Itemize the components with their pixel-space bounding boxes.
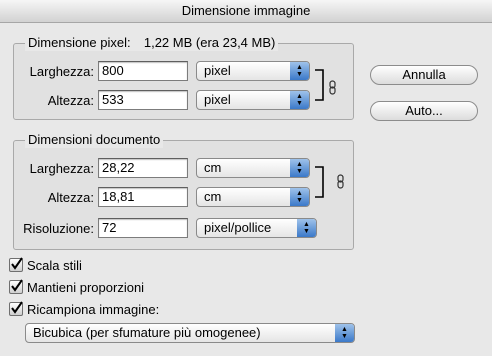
constrain-proportions-checkbox[interactable]: Mantieni proporzioni xyxy=(9,279,145,296)
pixel-width-unit-select[interactable]: pixel ▲ ▼ xyxy=(196,61,310,81)
up-down-arrows-icon: ▲ ▼ xyxy=(290,62,309,80)
resample-method-select[interactable]: Bicubica (per sfumature più omogenee) ▲ ▼ xyxy=(25,323,355,343)
pixel-width-unit-value: pixel xyxy=(204,63,231,78)
document-width-unit-value: cm xyxy=(204,160,222,175)
document-width-unit-select[interactable]: cm ▲ ▼ xyxy=(196,158,310,178)
document-height-label: Altezza: xyxy=(47,190,94,205)
document-width-label: Larghezza: xyxy=(29,161,94,176)
cancel-button[interactable]: Annulla xyxy=(370,65,478,85)
chain-link-icon xyxy=(337,174,344,189)
resample-method-value: Bicubica (per sfumature più omogenee) xyxy=(33,325,261,340)
checkmark-icon xyxy=(11,301,23,314)
pixel-dimensions-legend-label: Dimensione pixel: xyxy=(28,35,131,50)
document-height-unit-value: cm xyxy=(204,189,222,204)
pixel-dimensions-legend: Dimensione pixel: 1,22 MB (era 23,4 MB) xyxy=(25,35,279,51)
pixel-size-readout: 1,22 MB (era 23,4 MB) xyxy=(143,35,276,50)
pixel-height-field[interactable]: 533 xyxy=(98,90,188,110)
pixel-height-unit-value: pixel xyxy=(204,92,231,107)
document-width-field[interactable]: 28,22 xyxy=(98,158,188,178)
resolution-unit-select[interactable]: pixel/pollice ▲ ▼ xyxy=(196,218,317,238)
document-height-unit-select[interactable]: cm ▲ ▼ xyxy=(196,187,310,207)
document-height-field[interactable]: 18,81 xyxy=(98,187,188,207)
window-title: Dimensione immagine xyxy=(0,0,492,23)
resolution-label: Risoluzione: xyxy=(23,221,94,236)
scale-styles-checkbox[interactable]: Scala stili xyxy=(9,257,82,274)
image-size-dialog: Dimensione immagine Dimensione pixel: 1,… xyxy=(0,0,492,356)
up-down-arrows-icon: ▲ ▼ xyxy=(335,324,354,342)
resample-image-label: Ricampiona immagine: xyxy=(27,302,160,317)
chain-link-icon xyxy=(329,80,336,95)
auto-button[interactable]: Auto... xyxy=(370,101,478,121)
document-size-legend: Dimensioni documento xyxy=(25,132,164,148)
pixel-height-label: Altezza: xyxy=(47,93,94,108)
scale-styles-label: Scala stili xyxy=(27,258,82,273)
resolution-field[interactable]: 72 xyxy=(98,218,188,238)
pixel-width-label: Larghezza: xyxy=(29,64,94,79)
up-down-arrows-icon: ▲ ▼ xyxy=(290,159,309,177)
resample-image-checkbox[interactable]: Ricampiona immagine: xyxy=(9,301,160,318)
pixel-width-field[interactable]: 800 xyxy=(98,61,188,81)
checkmark-icon xyxy=(11,257,23,270)
up-down-arrows-icon: ▲ ▼ xyxy=(290,188,309,206)
constrain-proportions-label: Mantieni proporzioni xyxy=(27,280,145,295)
checkbox-box xyxy=(9,279,23,294)
pixel-height-unit-select[interactable]: pixel ▲ ▼ xyxy=(196,90,310,110)
checkmark-icon xyxy=(11,279,23,292)
checkbox-box xyxy=(9,301,23,316)
checkbox-box xyxy=(9,257,23,272)
up-down-arrows-icon: ▲ ▼ xyxy=(297,219,316,237)
up-down-arrows-icon: ▲ ▼ xyxy=(290,91,309,109)
resolution-unit-value: pixel/pollice xyxy=(204,220,272,235)
